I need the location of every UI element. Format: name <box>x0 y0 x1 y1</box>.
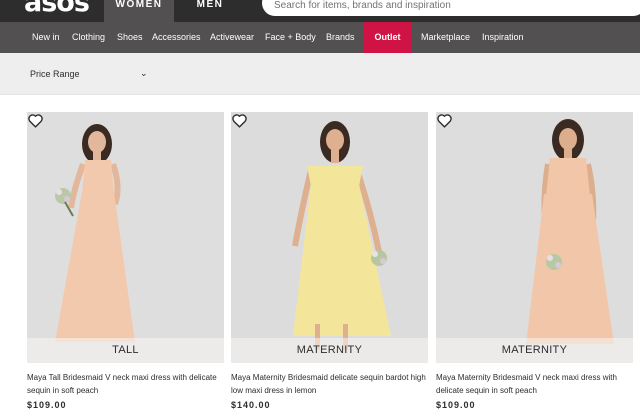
model-photo <box>436 112 633 363</box>
nav-item-brands[interactable]: Brands <box>326 22 355 53</box>
nav-item-shoes[interactable]: Shoes <box>117 22 143 53</box>
product-card[interactable]: TALL Maya Tall Bridesmaid V neck maxi dr… <box>27 112 227 410</box>
model-photo <box>27 112 224 363</box>
product-image[interactable]: MATERNITY <box>231 112 428 363</box>
heart-icon[interactable] <box>231 112 248 129</box>
product-image[interactable]: MATERNITY <box>436 112 633 363</box>
model-photo <box>231 112 428 363</box>
price-range-dropdown[interactable]: Price Range ⌄ <box>30 53 150 95</box>
product-badge: MATERNITY <box>231 338 428 363</box>
nav-item-inspiration[interactable]: Inspiration <box>482 22 524 53</box>
product-image[interactable]: TALL <box>27 112 224 363</box>
top-bar: asos WOMEN MEN <box>0 0 640 22</box>
product-badge: TALL <box>27 338 224 363</box>
search-input[interactable] <box>274 0 614 12</box>
product-card[interactable]: MATERNITY Maya Maternity Bridesmaid deli… <box>231 112 431 410</box>
heart-icon[interactable] <box>27 112 44 129</box>
nav-item-accessories[interactable]: Accessories <box>152 22 201 53</box>
product-card[interactable]: MATERNITY Maya Maternity Bridesmaid V ne… <box>436 112 636 410</box>
product-price: $109.00 <box>27 400 67 410</box>
product-price: $109.00 <box>436 400 476 410</box>
filter-bar: Price Range ⌄ <box>0 53 640 95</box>
asos-logo[interactable]: asos <box>24 0 90 16</box>
nav-item-outlet[interactable]: Outlet <box>364 22 411 53</box>
tab-men[interactable]: MEN <box>174 0 246 22</box>
category-nav: New in Clothing Shoes Accessories Active… <box>0 22 640 53</box>
price-range-label: Price Range <box>30 69 80 79</box>
nav-item-marketplace[interactable]: Marketplace <box>421 22 470 53</box>
product-title[interactable]: Maya Maternity Bridesmaid delicate sequi… <box>231 371 431 397</box>
nav-item-clothing[interactable]: Clothing <box>72 22 105 53</box>
product-price: $140.00 <box>231 400 271 410</box>
product-badge: MATERNITY <box>436 338 633 363</box>
nav-item-activewear[interactable]: Activewear <box>210 22 254 53</box>
heart-icon[interactable] <box>436 112 453 129</box>
product-title[interactable]: Maya Maternity Bridesmaid V neck maxi dr… <box>436 371 636 397</box>
nav-item-new-in[interactable]: New in <box>32 22 60 53</box>
nav-item-face-body[interactable]: Face + Body <box>265 22 316 53</box>
product-title[interactable]: Maya Tall Bridesmaid V neck maxi dress w… <box>27 371 227 397</box>
search-box[interactable] <box>262 0 640 16</box>
chevron-down-icon: ⌄ <box>140 68 148 78</box>
tab-women[interactable]: WOMEN <box>104 0 174 22</box>
